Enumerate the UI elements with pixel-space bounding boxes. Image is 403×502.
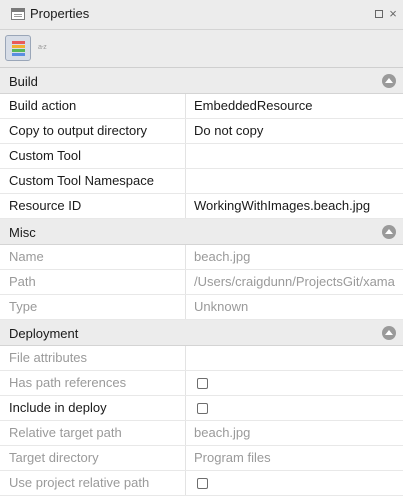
property-value: beach.jpg <box>194 425 251 440</box>
property-name: Build action <box>0 94 186 118</box>
properties-titlebar: Properties × <box>0 0 403 30</box>
panel-title: Properties <box>30 6 90 21</box>
property-name: Name <box>0 245 186 269</box>
property-row-name[interactable]: Name beach.jpg <box>0 245 403 270</box>
property-grid: Build Build action EmbeddedResource Copy… <box>0 68 403 496</box>
property-row-include-in-deploy[interactable]: Include in deploy <box>0 396 403 421</box>
section-label: Misc <box>9 225 36 240</box>
section-header-misc[interactable]: Misc <box>0 219 403 245</box>
use-project-relative-path-checkbox[interactable] <box>197 478 208 489</box>
property-row-copy-to-output[interactable]: Copy to output directory Do not copy <box>0 119 403 144</box>
property-value[interactable]: WorkingWithImages.beach.jpg <box>194 194 403 218</box>
properties-toolbar: a-z <box>0 30 403 68</box>
categorized-view-button[interactable] <box>5 35 31 61</box>
property-value: Unknown <box>194 299 249 314</box>
has-path-references-checkbox[interactable] <box>197 378 208 389</box>
property-name: Resource ID <box>0 194 186 218</box>
property-row-type[interactable]: Type Unknown <box>0 295 403 320</box>
property-name: Type <box>0 295 186 319</box>
property-value[interactable]: EmbeddedResource <box>194 94 403 118</box>
property-name: Copy to output directory <box>0 119 186 143</box>
property-row-target-directory[interactable]: Target directory Program files <box>0 446 403 471</box>
properties-panel-icon <box>11 8 25 20</box>
close-icon[interactable]: × <box>387 7 399 20</box>
property-row-resource-id[interactable]: Resource ID WorkingWithImages.beach.jpg <box>0 194 403 219</box>
categorized-view-icon <box>12 41 25 56</box>
property-row-has-path-references[interactable]: Has path references <box>0 371 403 396</box>
property-name: Custom Tool Namespace <box>0 169 186 193</box>
collapse-icon[interactable] <box>382 225 396 239</box>
property-value: Program files <box>194 450 271 465</box>
property-name: Include in deploy <box>0 396 186 420</box>
property-value[interactable]: Do not copy <box>194 119 403 143</box>
property-name: Path <box>0 270 186 294</box>
property-name: Custom Tool <box>0 144 186 168</box>
property-name: Target directory <box>0 446 186 470</box>
restore-icon[interactable] <box>373 8 385 20</box>
include-in-deploy-checkbox[interactable] <box>197 403 208 414</box>
collapse-icon[interactable] <box>382 74 396 88</box>
property-row-path[interactable]: Path /Users/craigdunn/ProjectsGit/xama <box>0 270 403 295</box>
section-label: Deployment <box>9 326 79 341</box>
property-row-file-attributes[interactable]: File attributes <box>0 346 403 371</box>
collapse-icon[interactable] <box>382 326 396 340</box>
property-row-use-project-relative-path[interactable]: Use project relative path <box>0 471 403 496</box>
property-row-custom-tool-namespace[interactable]: Custom Tool Namespace <box>0 169 403 194</box>
section-header-deployment[interactable]: Deployment <box>0 320 403 346</box>
property-name: Has path references <box>0 371 186 395</box>
property-row-relative-target-path[interactable]: Relative target path beach.jpg <box>0 421 403 446</box>
property-name: Use project relative path <box>0 471 186 495</box>
property-value[interactable] <box>194 169 403 193</box>
property-value <box>194 346 403 370</box>
property-value: beach.jpg <box>194 249 251 264</box>
property-row-build-action[interactable]: Build action EmbeddedResource <box>0 94 403 119</box>
section-label: Build <box>9 74 38 89</box>
property-row-custom-tool[interactable]: Custom Tool <box>0 144 403 169</box>
alphabetical-sort-icon: a-z <box>38 44 47 51</box>
section-header-build[interactable]: Build <box>0 68 403 94</box>
property-name: File attributes <box>0 346 186 370</box>
property-value[interactable] <box>194 144 403 168</box>
property-name: Relative target path <box>0 421 186 445</box>
property-value: /Users/craigdunn/ProjectsGit/xama <box>194 274 395 289</box>
alphabetical-sort-button[interactable]: a-z <box>33 35 59 61</box>
